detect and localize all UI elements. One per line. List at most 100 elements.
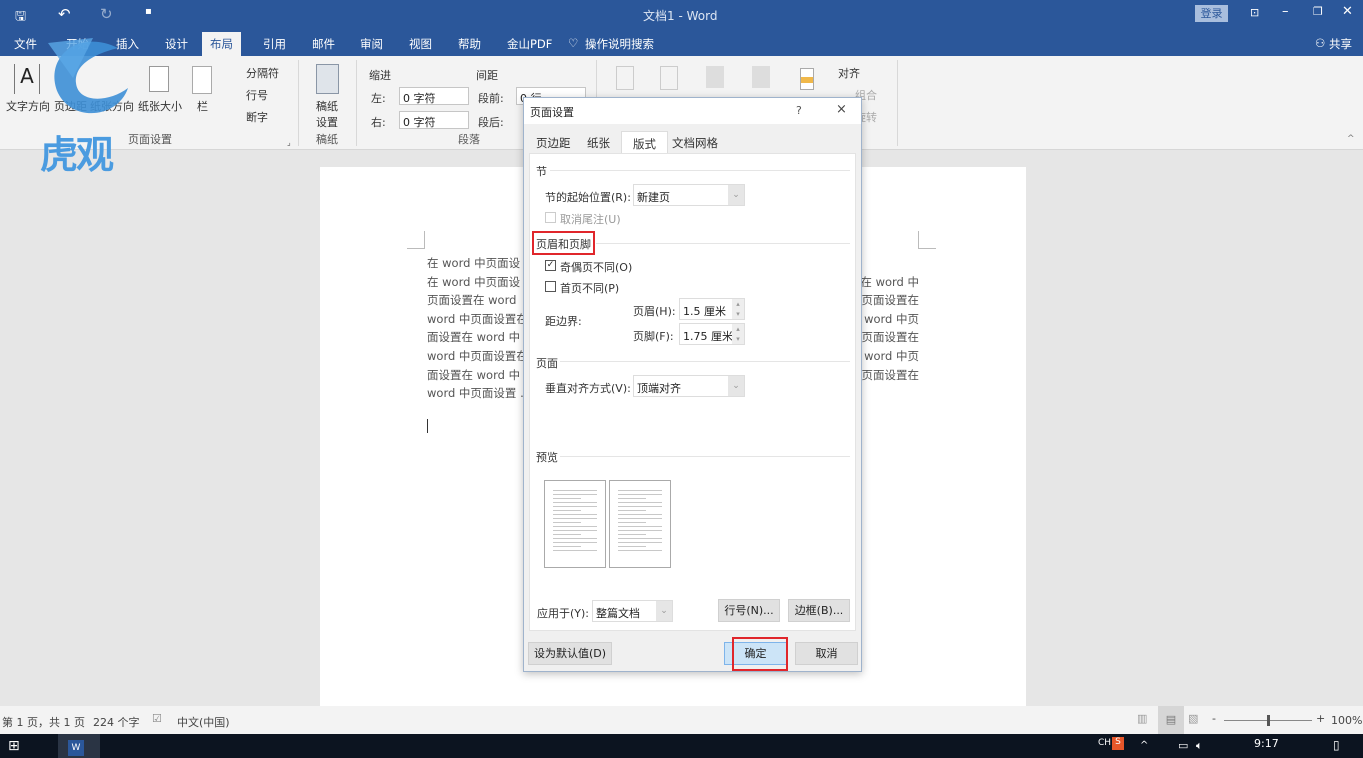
preview-line	[553, 542, 597, 543]
vertical-alignment-select[interactable]: 顶端对齐 ⌄	[633, 375, 745, 397]
clock[interactable]: 9:17	[1254, 737, 1279, 750]
tab-layout-dialog[interactable]: 版式	[621, 131, 668, 153]
suppress-endnotes-checkbox[interactable]	[545, 212, 556, 223]
preview-line	[618, 506, 662, 507]
tab-file[interactable]: 文件	[14, 36, 37, 52]
dialog-launcher-icon[interactable]: ⌟	[287, 138, 291, 147]
zoom-in-button[interactable]: +	[1316, 712, 1325, 725]
section-start-select[interactable]: 新建页 ⌄	[633, 184, 745, 206]
line-numbers-dialog-button[interactable]: 行号(N)...	[718, 599, 780, 622]
proofing-icon[interactable]: ☑	[152, 712, 162, 725]
tab-help[interactable]: 帮助	[458, 36, 481, 52]
breaks-button[interactable]: 分隔符	[246, 65, 279, 81]
zoom-slider-thumb[interactable]	[1267, 715, 1270, 726]
document-line: word 中页面设置在	[427, 349, 528, 363]
section-start-value: 新建页	[637, 191, 670, 204]
position-icon[interactable]	[616, 66, 634, 90]
spinner-icon[interactable]: ▴ ▾	[732, 299, 744, 319]
word-count[interactable]: 224 个字	[93, 714, 140, 730]
sogou-icon[interactable]: S	[1112, 737, 1124, 750]
columns-button[interactable]: 栏	[197, 98, 208, 114]
collapse-ribbon-icon[interactable]: ^	[1347, 134, 1355, 144]
header-distance-input[interactable]: 1.5 厘米 ▴ ▾	[679, 298, 745, 320]
minimize-button[interactable]: –	[1282, 4, 1289, 19]
network-icon[interactable]: ▭	[1178, 739, 1188, 752]
save-icon[interactable]: 🖫	[15, 7, 26, 29]
preview-line	[618, 530, 662, 531]
document-line: 在 word 中页面设	[427, 274, 521, 289]
tab-paper[interactable]: 纸张	[581, 131, 616, 153]
header-distance-label: 页眉(H):	[633, 305, 676, 318]
footer-distance-input[interactable]: 1.75 厘米 ▴ ▾	[679, 323, 745, 345]
tab-references[interactable]: 引用	[263, 36, 286, 52]
restore-button[interactable]: ❐	[1313, 5, 1323, 18]
highlight-box	[732, 637, 788, 671]
share-button[interactable]: 共享	[1329, 36, 1352, 52]
document-line: 页面设置在	[861, 330, 920, 345]
hyphenation-button[interactable]: 断字	[246, 109, 268, 125]
lightbulb-icon: ♡	[568, 36, 579, 50]
watermark-text: 虎观	[40, 133, 114, 177]
tab-design[interactable]: 设计	[165, 36, 188, 52]
zoom-out-button[interactable]: -	[1212, 712, 1216, 725]
indent-right-input[interactable]: 0 字符	[399, 111, 469, 129]
tab-kingsoft-pdf[interactable]: 金山PDF	[507, 36, 552, 52]
spacing-label: 间距	[476, 69, 498, 82]
line-numbers-button[interactable]: 行号	[246, 87, 268, 103]
ime-indicator[interactable]: CH	[1098, 738, 1111, 748]
page-count[interactable]: 第 1 页，共 1 页	[2, 714, 85, 730]
layout-panel: 节 节的起始位置(R): 新建页 ⌄ 取消尾注(U) 页眉和页脚 ✓ 奇偶页不同(…	[529, 153, 856, 631]
tab-document-grid[interactable]: 文档网格	[666, 131, 724, 153]
draft-group-label: 稿纸	[316, 133, 338, 146]
spinner-icon[interactable]: ▴ ▾	[732, 324, 744, 344]
login-button[interactable]: 登录	[1195, 5, 1228, 22]
preview-line	[553, 550, 597, 551]
help-button[interactable]: ?	[796, 104, 802, 117]
tab-layout[interactable]: 布局	[202, 32, 241, 56]
show-hidden-icons[interactable]: ^	[1140, 740, 1148, 751]
taskbar-word-button[interactable]: W	[58, 734, 100, 758]
redo-icon[interactable]: ↻	[100, 5, 113, 23]
cancel-button[interactable]: 取消	[795, 642, 858, 665]
align-button[interactable]: 对齐	[838, 65, 860, 81]
close-button[interactable]: ✕	[1342, 4, 1353, 19]
zoom-slider[interactable]	[1224, 715, 1312, 726]
web-layout-icon[interactable]: ▧	[1188, 712, 1198, 725]
bring-forward-icon[interactable]	[706, 66, 724, 88]
wrap-text-icon[interactable]	[660, 66, 678, 90]
size-button[interactable]: 纸张大小	[138, 98, 182, 114]
draft-settings-button[interactable]: 稿纸 设置	[316, 98, 338, 130]
windows-start-icon[interactable]: ⊞	[8, 738, 20, 754]
zoom-level[interactable]: 100%	[1331, 714, 1362, 727]
customize-quick-access-icon[interactable]: ▪	[145, 6, 152, 17]
set-default-button[interactable]: 设为默认值(D)	[528, 642, 612, 665]
document-line: 面设置在 word 中	[427, 367, 521, 382]
tell-me-search[interactable]: 操作说明搜索	[585, 36, 654, 52]
tab-margins[interactable]: 页边距	[530, 131, 577, 153]
first-page-label: 首页不同(P)	[560, 282, 620, 295]
dialog-close-button[interactable]: ×	[836, 102, 847, 117]
ribbon-display-icon[interactable]: ⊡	[1250, 6, 1259, 19]
volume-icon[interactable]: 🔈︎	[1196, 739, 1203, 753]
read-mode-icon[interactable]: ▥	[1137, 712, 1147, 725]
notifications-icon[interactable]: ▯	[1333, 738, 1340, 752]
undo-icon[interactable]: ↶	[58, 5, 71, 23]
tab-view[interactable]: 视图	[409, 36, 432, 52]
first-page-checkbox[interactable]	[545, 281, 556, 292]
apply-to-value: 整篇文档	[596, 607, 640, 620]
preview-line	[553, 494, 597, 495]
print-layout-icon[interactable]: ▤	[1158, 706, 1184, 734]
borders-button[interactable]: 边框(B)...	[788, 599, 850, 622]
apply-to-select[interactable]: 整篇文档 ⌄	[592, 600, 673, 622]
send-backward-icon[interactable]	[752, 66, 770, 88]
preview-line	[553, 546, 581, 547]
tab-review[interactable]: 审阅	[360, 36, 383, 52]
language-indicator[interactable]: 中文(中国)	[177, 714, 230, 730]
ribbon-tabs: 文件 开始 插入 设计 布局 引用 邮件 审阅 视图 帮助 金山PDF ♡ 操作…	[0, 32, 1363, 56]
odd-even-checkbox[interactable]: ✓	[545, 260, 556, 271]
indent-left-input[interactable]: 0 字符	[399, 87, 469, 105]
preview-line	[618, 526, 662, 527]
selection-pane-icon[interactable]	[800, 68, 814, 90]
tab-mailings[interactable]: 邮件	[312, 36, 335, 52]
header-distance-value: 1.5 厘米	[683, 305, 726, 318]
